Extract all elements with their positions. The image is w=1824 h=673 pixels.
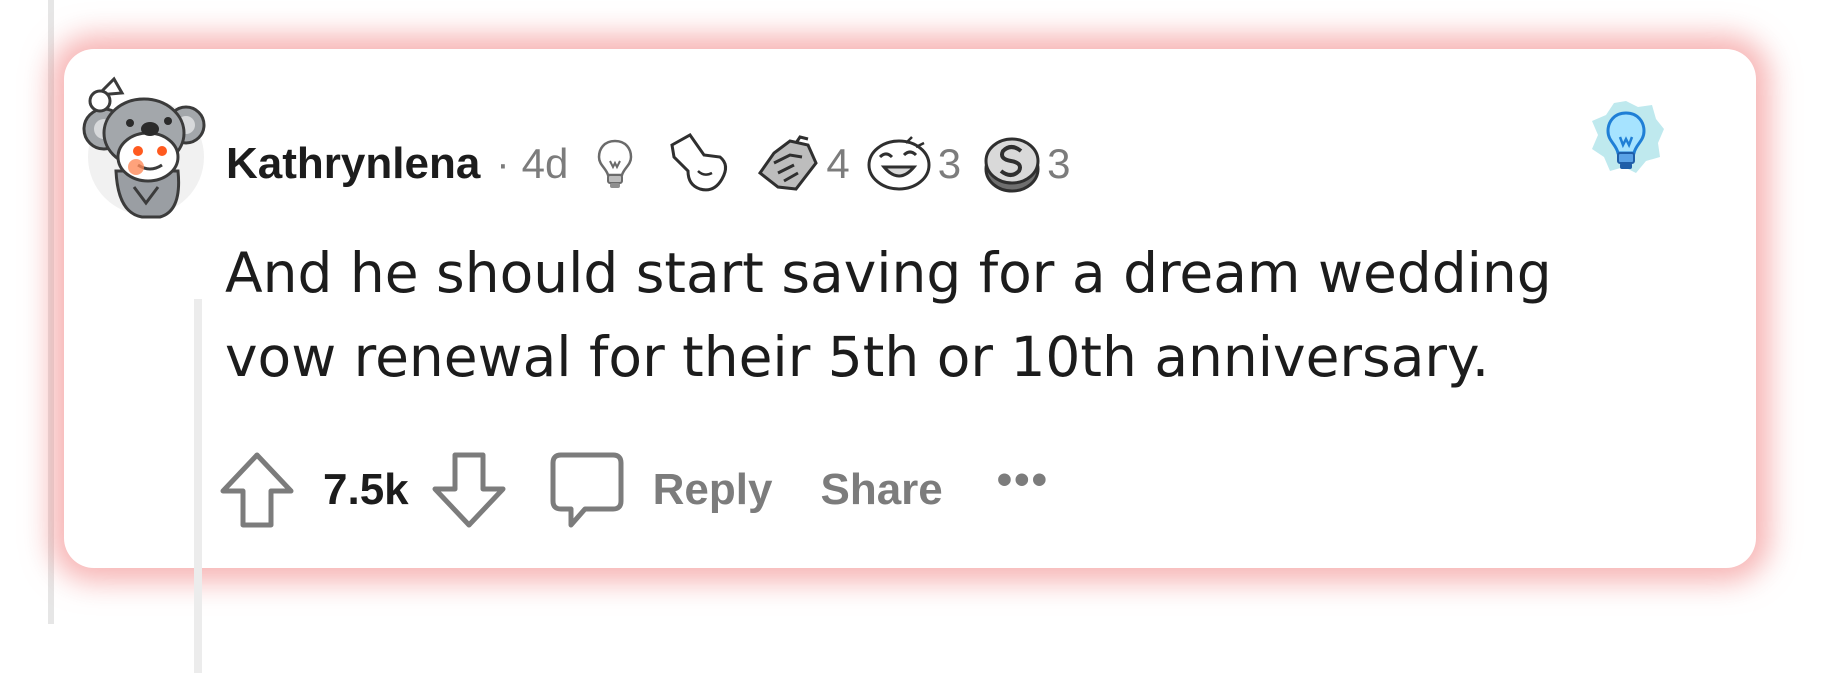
comment-thread-line[interactable] — [194, 299, 202, 673]
lightbulb-icon — [598, 139, 633, 188]
comment-header: Kathrynlena · 4d 4 3 3 — [226, 129, 1076, 199]
silver-coin-icon — [984, 137, 1040, 193]
downvote-button[interactable] — [431, 451, 507, 529]
more-options-button[interactable]: ••• — [997, 455, 1049, 505]
award-count-silver: 3 — [1047, 140, 1071, 187]
comment-body: And he should start saving for a dream w… — [225, 241, 1552, 389]
award-pointing-hand[interactable] — [668, 131, 732, 197]
pointing-hand-icon — [670, 133, 728, 192]
glowing-lightbulb-icon — [1592, 101, 1664, 173]
thread-line[interactable] — [48, 0, 54, 624]
upvote-button[interactable] — [219, 451, 295, 529]
comment-card: Kathrynlena · 4d 4 3 3 And he should sta… — [64, 49, 1756, 673]
username-link[interactable]: Kathrynlena — [226, 139, 480, 189]
reply-label: Reply — [652, 465, 773, 514]
award-silver-coin[interactable] — [983, 133, 1041, 195]
top-award-badge[interactable] — [1586, 97, 1666, 189]
comment-actions: 7.5k Reply Share ••• — [219, 445, 1049, 535]
laughing-face-icon — [867, 136, 931, 191]
reply-button[interactable]: Reply — [549, 451, 773, 529]
award-count-laughing: 3 — [937, 140, 962, 187]
vote-score: 7.5k — [323, 465, 409, 514]
award-lightbulb[interactable] — [596, 137, 634, 191]
share-button[interactable]: Share — [820, 465, 942, 515]
award-count-handshake: 4 — [826, 140, 850, 187]
comment-bubble-icon — [550, 452, 624, 528]
upvote-arrow-icon — [220, 452, 294, 528]
comment-age: 4d — [521, 140, 569, 187]
award-handshake[interactable] — [756, 133, 820, 195]
handshake-icon — [758, 135, 819, 191]
meta-separator: · — [496, 141, 510, 186]
downvote-arrow-icon — [432, 452, 506, 528]
award-laughing-face[interactable] — [866, 135, 932, 193]
avatar[interactable] — [82, 71, 210, 221]
